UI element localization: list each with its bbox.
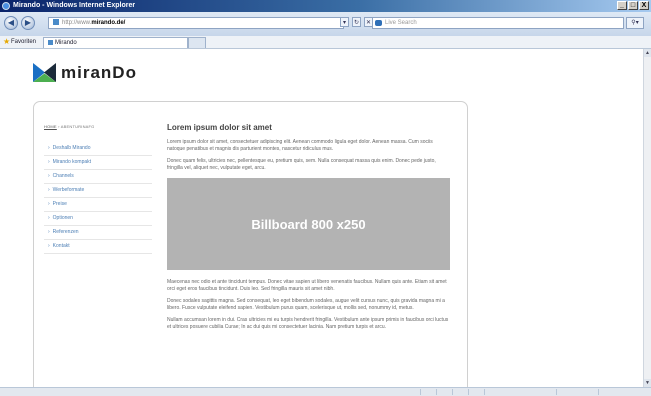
sidebar-item-mirando-kompakt[interactable]: › Mirando kompakt [44,156,152,170]
tab-title: Mirando [55,40,77,46]
sidebar-item-label: Optionen [52,215,73,221]
address-domain: mirando.de/ [91,20,126,26]
sidebar-nav: › Deshalb Mirando › Mirando kompakt › Chann… [44,142,152,254]
arrow-up-icon: ▲ [645,50,650,56]
breadcrumb-home-link[interactable]: HOME [44,124,57,129]
breadcrumb-current: ABENTURINAFG [60,124,95,129]
paragraph-2: Donec quam felis, ultricies nec, pellent… [167,158,436,171]
paragraph-4: Donec sodales sagittis magna. Sed conseq… [167,298,445,311]
chevron-right-icon: › [48,173,50,179]
address-dropdown-button[interactable]: ▾ [340,17,349,27]
refresh-button[interactable]: ↻ [352,17,361,27]
vertical-scrollbar[interactable]: ▲ ▼ [643,49,651,387]
sidebar-item-label: Deshalb Mirando [52,145,91,151]
sidebar-item-deshalb-mirando[interactable]: › Deshalb Mirando [44,142,152,156]
paragraph-3: Maecenas nec odio et ante tincidunt temp… [167,279,447,292]
status-segment [436,389,451,395]
breadcrumb: HOME › ABENTURINAFG [44,124,95,129]
mirando-logo-icon [33,63,56,82]
address-protocol: http://www. [62,20,92,26]
status-bar [0,387,651,396]
sidebar-item-referenzen[interactable]: › Referenzen [44,226,152,240]
minimize-button[interactable]: _ [617,1,627,10]
status-zone [484,389,555,395]
arrow-down-icon: ▼ [645,380,650,386]
status-segment [468,389,483,395]
status-segment [452,389,467,395]
search-button[interactable]: ⚲▾ [626,17,644,29]
live-search-logo-icon [375,20,382,26]
billboard-label: Billboard 800 x250 [251,216,366,232]
window-title-bar: Mirando - Windows Internet Explorer _ □ … [0,0,651,12]
forward-button[interactable]: ▶ [21,16,35,30]
main-content: Lorem ipsum dolor sit amet Lorem ipsum d… [167,123,451,336]
new-tab-button[interactable] [188,37,206,48]
refresh-icon: ↻ [353,20,360,26]
favorites-star-icon[interactable]: ★ [3,36,10,48]
site-logo-text[interactable]: miranDo [61,63,137,83]
chevron-right-icon: › [48,201,50,207]
forward-arrow-icon: ▶ [24,18,32,27]
chevron-right-icon: › [48,229,50,235]
sidebar-item-label: Preise [52,201,67,207]
sidebar-item-optionen[interactable]: › Optionen [44,212,152,226]
chevron-down-icon: ▾ [342,20,346,26]
sidebar-item-label: Mirando kompakt [52,159,92,165]
paragraph-1: Lorem ipsum dolor sit amet, consectetuer… [167,139,433,152]
favorites-bar: ★ Favoriten Mirando [0,36,651,49]
back-button[interactable]: ◀ [4,16,18,30]
page-title: Lorem ipsum dolor sit amet [167,123,272,132]
sidebar-item-label: Werbeformate [52,187,85,193]
favorites-label[interactable]: Favoriten [11,36,36,48]
sidebar-item-preise[interactable]: › Preise [44,198,152,212]
ie-logo-icon [2,2,10,10]
address-tools: ▾ ↻ ✕ [340,17,373,27]
chevron-right-icon: › [48,243,50,249]
scroll-up-button[interactable]: ▲ [644,49,651,57]
status-protected-mode [556,389,597,395]
chevron-right-icon: › [48,215,50,221]
paragraph-5: Nullam accumsan lorem in dui. Cras ultri… [167,317,449,330]
sidebar-item-werbeformate[interactable]: › Werbeformate [44,184,152,198]
chevron-right-icon: › [48,145,50,151]
window-controls: _ □ X [617,1,649,10]
sidebar-item-label: Channels [52,173,74,179]
sidebar-item-kontakt[interactable]: › Kontakt [44,240,152,254]
sidebar-item-label: Kontakt [52,243,70,249]
status-segment [420,389,435,395]
maximize-button[interactable]: □ [628,1,638,10]
site-favicon-icon [53,19,59,26]
back-arrow-icon: ◀ [7,18,15,27]
chevron-right-icon: › [48,187,50,193]
status-zoom[interactable] [598,389,643,395]
sidebar-item-channels[interactable]: › Channels [44,170,152,184]
stop-icon: ✕ [365,20,372,26]
address-field[interactable]: http://www.mirando.de/ [48,17,344,29]
billboard-ad[interactable]: Billboard 800 x250 [167,178,450,270]
chevron-right-icon: › [48,159,50,165]
live-search-placeholder: Live Search [385,20,417,26]
content-panel: HOME › ABENTURINAFG › Deshalb Mirando › Mi… [33,101,468,387]
address-toolbar: ◀ ▶ http://www.mirando.de/ ▾ ↻ ✕ Live Se… [0,12,651,37]
page-viewport: miranDo HOME › ABENTURINAFG › Deshalb Mir… [0,49,643,387]
sidebar-item-label: Referenzen [52,229,79,235]
scroll-down-button[interactable]: ▼ [644,379,651,387]
close-button[interactable]: X [639,1,649,10]
tab-favicon-icon [48,39,53,45]
search-icon: ⚲▾ [631,20,639,26]
live-search-input[interactable]: Live Search [372,17,624,29]
tab-mirando[interactable]: Mirando [43,37,188,48]
window-title: Mirando - Windows Internet Explorer [13,2,136,9]
